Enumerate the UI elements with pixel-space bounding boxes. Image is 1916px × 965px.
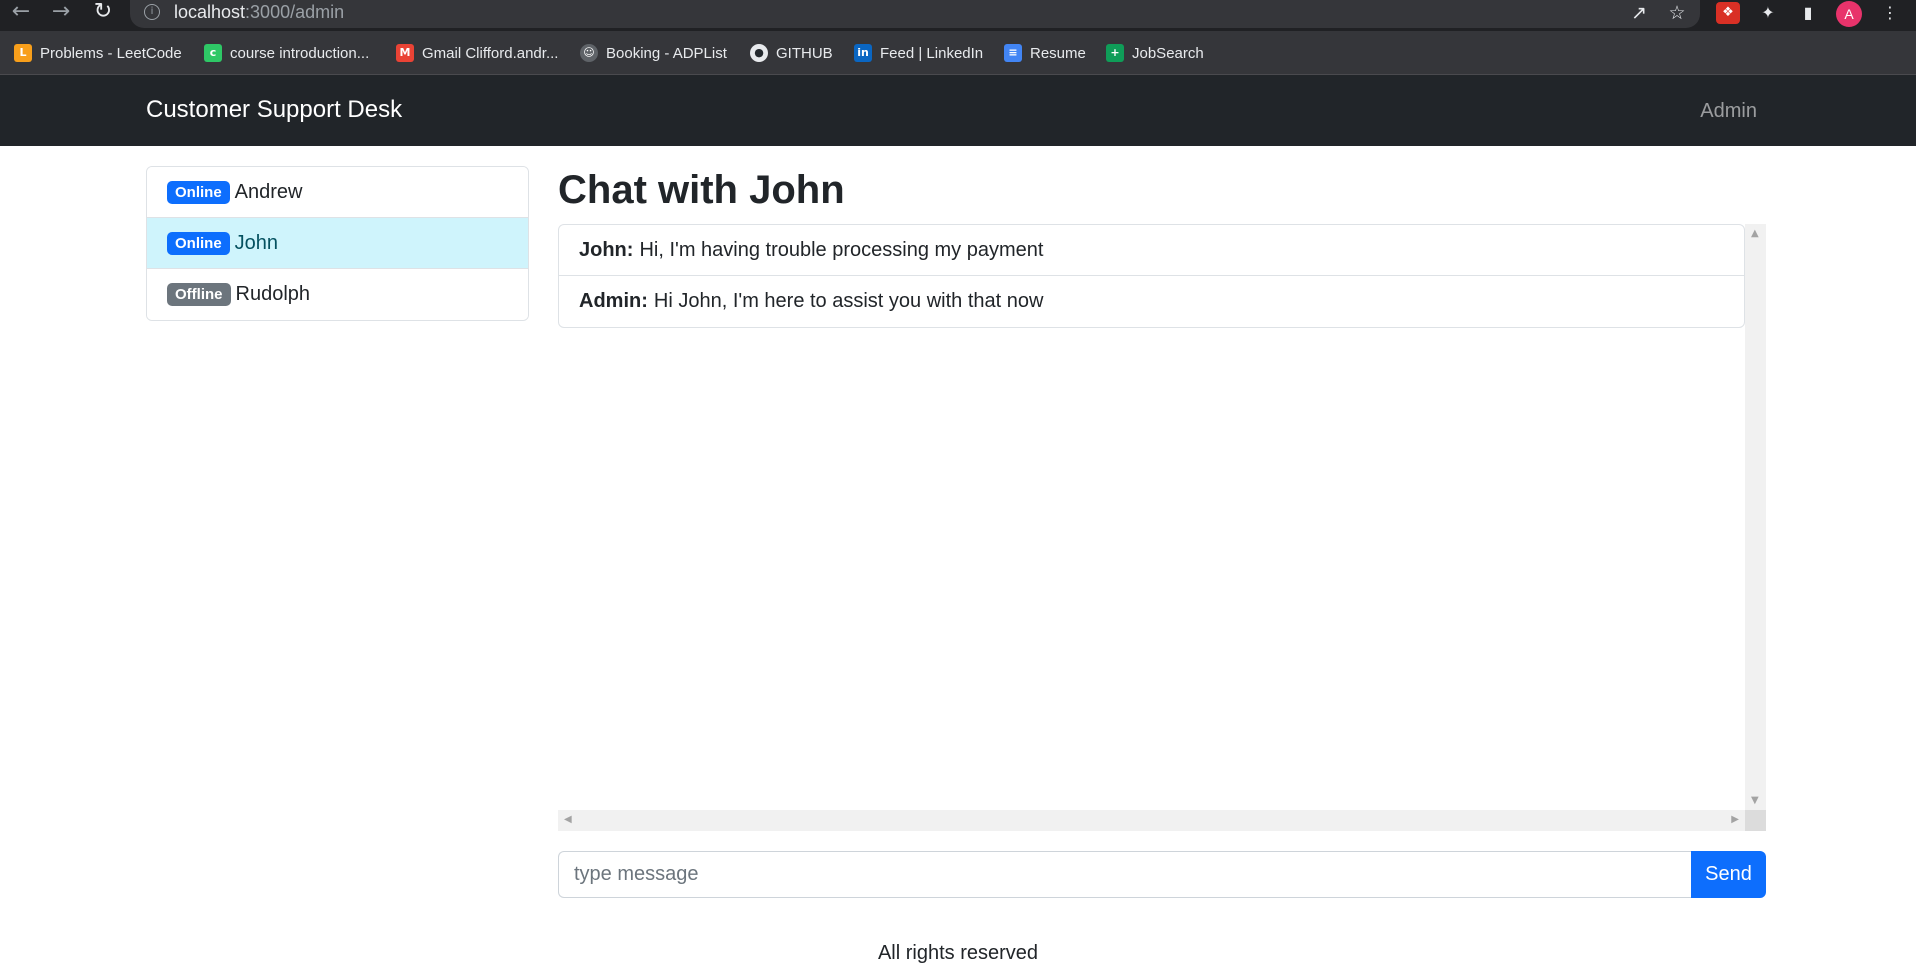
message-input[interactable] <box>558 851 1691 898</box>
share-icon[interactable]: ↗ <box>1624 0 1654 26</box>
url-host: localhost <box>174 2 246 22</box>
scroll-left-arrow-icon[interactable]: ◀ <box>564 814 572 825</box>
message-item: Admin: Hi John, I'm here to assist you w… <box>559 276 1744 327</box>
bookmark-github[interactable]: ● GITHUB <box>750 41 833 65</box>
bookmark-label: JobSearch <box>1132 44 1204 62</box>
message-item: John: Hi, I'm having trouble processing … <box>559 225 1744 276</box>
leetcode-icon: L <box>14 44 32 62</box>
user-list-item-rudolph[interactable]: Offline Rudolph <box>147 269 528 320</box>
message-composer: Send <box>558 851 1766 898</box>
chat-title: Chat with John <box>558 168 845 212</box>
message-text: Hi, I'm having trouble processing my pay… <box>639 238 1044 261</box>
docs-icon: ≡ <box>1004 44 1022 62</box>
reload-icon[interactable]: ↻ <box>88 0 118 26</box>
browser-toolbar: ← → ↻ i localhost:3000/admin ↗ ☆ ❖ ✦ ▮ A… <box>0 0 1916 31</box>
user-list: Online Andrew Online John Offline Rudolp… <box>146 166 529 321</box>
vertical-scrollbar[interactable]: ▲ ▼ <box>1745 224 1766 810</box>
message-sender: John: <box>579 238 634 261</box>
status-badge: Online <box>167 231 230 255</box>
back-arrow-icon[interactable]: ← <box>6 0 36 26</box>
horizontal-scrollbar[interactable]: ◀ ▶ <box>558 810 1745 831</box>
bookmark-adplist[interactable]: ☺ Booking - ADPList <box>580 41 727 65</box>
bookmark-jobsearch[interactable]: + JobSearch <box>1106 41 1204 65</box>
user-list-item-andrew[interactable]: Online Andrew <box>147 167 528 218</box>
status-badge: Online <box>167 180 230 204</box>
scroll-up-arrow-icon[interactable]: ▲ <box>1751 228 1759 239</box>
chat-messages-panel[interactable]: John: Hi, I'm having trouble processing … <box>558 224 1766 831</box>
nav-link-admin[interactable]: Admin <box>1700 100 1757 123</box>
linkedin-icon: in <box>854 44 872 62</box>
user-list-item-john[interactable]: Online John <box>147 218 528 269</box>
address-bar[interactable]: i localhost:3000/admin ↗ ☆ <box>130 0 1700 28</box>
message-sender: Admin: <box>579 290 648 312</box>
scroll-right-arrow-icon[interactable]: ▶ <box>1731 814 1739 825</box>
bookmark-label: GITHUB <box>776 44 833 62</box>
adplist-icon: ☺ <box>580 44 598 62</box>
brand-title[interactable]: Customer Support Desk <box>146 96 402 124</box>
status-badge: Offline <box>167 283 231 306</box>
bookmark-label: Resume <box>1030 44 1086 62</box>
bookmark-label: Booking - ADPList <box>606 44 727 62</box>
sheets-icon: + <box>1106 44 1124 62</box>
gmail-icon: M <box>396 44 414 62</box>
bookmark-star-icon[interactable]: ☆ <box>1662 0 1692 26</box>
message-list: John: Hi, I'm having trouble processing … <box>558 224 1745 328</box>
scroll-down-arrow-icon[interactable]: ▼ <box>1751 795 1759 806</box>
bookmark-resume[interactable]: ≡ Resume <box>1004 41 1086 65</box>
extensions-puzzle-icon[interactable]: ✦ <box>1756 2 1780 24</box>
bookmark-label: Feed | LinkedIn <box>880 44 984 62</box>
course-icon: c <box>204 44 222 62</box>
user-name: Andrew <box>234 180 303 203</box>
bookmark-linkedin[interactable]: in Feed | LinkedIn <box>854 41 983 65</box>
site-info-icon[interactable]: i <box>144 4 160 20</box>
bookmark-label: Gmail Clifford.andr... <box>422 44 559 62</box>
footer-text: All rights reserved <box>877 942 1039 964</box>
bookmark-leetcode[interactable]: L Problems - LeetCode <box>14 41 182 65</box>
user-name: Rudolph <box>235 283 311 305</box>
url-text[interactable]: localhost:3000/admin <box>174 2 344 23</box>
github-icon: ● <box>750 44 768 62</box>
send-button[interactable]: Send <box>1691 851 1766 898</box>
app-navbar: Customer Support Desk Admin <box>0 75 1916 146</box>
bookmark-course[interactable]: c course introduction... <box>204 41 369 65</box>
bookmark-label: course introduction... <box>230 44 370 62</box>
browser-menu-icon[interactable]: ⋮ <box>1878 2 1902 24</box>
user-name: John <box>234 231 279 254</box>
bookmark-label: Problems - LeetCode <box>40 44 182 62</box>
profile-avatar[interactable]: A <box>1836 1 1862 27</box>
bookmarks-bar: L Problems - LeetCode c course introduct… <box>0 31 1916 75</box>
extension-red-icon[interactable]: ❖ <box>1716 2 1740 24</box>
url-path: :3000/admin <box>245 2 345 22</box>
side-panel-icon[interactable]: ▮ <box>1796 2 1820 24</box>
forward-arrow-icon[interactable]: → <box>46 0 76 26</box>
bookmark-gmail[interactable]: M Gmail Clifford.andr... <box>396 41 558 65</box>
message-text: Hi John, I'm here to assist you with tha… <box>653 290 1044 312</box>
scrollbar-corner <box>1745 810 1766 831</box>
